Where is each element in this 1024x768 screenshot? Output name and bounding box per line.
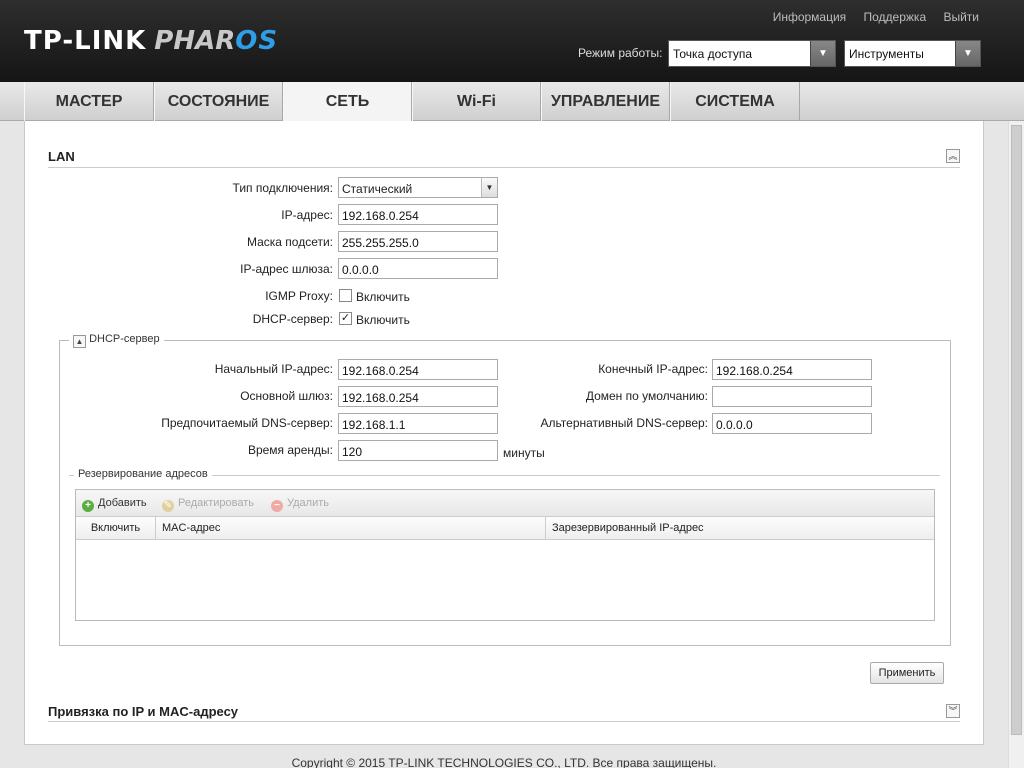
igmp-label: IGMP Proxy: bbox=[265, 289, 333, 303]
plus-icon: + bbox=[82, 500, 94, 512]
dhcp-legend: ▲ DHCP-сервер bbox=[69, 333, 164, 348]
expand-down-icon[interactable]: ︾ bbox=[946, 704, 960, 718]
logo-product-accent: OS bbox=[235, 26, 279, 56]
reservation-table: + Добавить ✎ Редактировать − Удалить Включи… bbox=[75, 489, 935, 621]
tab-system[interactable]: СИСТЕМА bbox=[670, 82, 800, 121]
igmp-enable-text: Включить bbox=[356, 290, 410, 304]
mode-select[interactable]: Точка доступа ▼ bbox=[668, 40, 836, 67]
logout-link[interactable]: Выйти bbox=[943, 10, 979, 24]
tab-management[interactable]: УПРАВЛЕНИЕ bbox=[541, 82, 670, 121]
mask-label: Маска подсети: bbox=[246, 235, 333, 249]
logo-product: PHAR bbox=[154, 26, 236, 56]
dhcp-enable-text: Включить bbox=[356, 313, 410, 327]
apply-button[interactable]: Применить bbox=[870, 662, 944, 684]
gateway-label: IP-адрес шлюза: bbox=[240, 262, 333, 276]
tab-master[interactable]: МАСТЕР bbox=[24, 82, 154, 121]
vertical-scrollbar[interactable] bbox=[1008, 121, 1024, 768]
edit-label: Редактировать bbox=[178, 497, 254, 509]
support-link[interactable]: Поддержка bbox=[864, 10, 927, 24]
conn-type-select[interactable]: Статический ▼ bbox=[338, 177, 498, 198]
tp-link-pharos-logo: TP-LINK PHAROS bbox=[24, 26, 278, 56]
chevron-down-icon: ▼ bbox=[810, 41, 835, 66]
ip-input[interactable]: 192.168.0.254 bbox=[338, 204, 498, 225]
scrollbar-thumb[interactable] bbox=[1011, 125, 1022, 735]
lan-title: LAN bbox=[48, 149, 75, 164]
minus-icon: − bbox=[271, 500, 283, 512]
delete-button[interactable]: − Удалить bbox=[271, 497, 329, 512]
ip-label: IP-адрес: bbox=[281, 208, 333, 222]
domain-input[interactable] bbox=[712, 386, 872, 407]
conn-type-value: Статический bbox=[342, 182, 413, 196]
tab-network[interactable]: СЕТЬ bbox=[283, 82, 412, 122]
collapse-up-icon[interactable]: ▲ bbox=[73, 335, 86, 348]
logo-brand: TP-LINK bbox=[24, 26, 147, 56]
chevron-down-icon: ▼ bbox=[955, 41, 980, 66]
top-links: Информация Поддержка Выйти bbox=[759, 10, 979, 24]
dhcp-legend-text: DHCP-сервер bbox=[89, 333, 160, 345]
end-ip-label: Конечный IP-адрес: bbox=[598, 362, 708, 376]
domain-label: Домен по умолчанию: bbox=[585, 389, 708, 403]
dns2-label: Альтернативный DNS-сервер: bbox=[540, 416, 708, 430]
delete-label: Удалить bbox=[287, 497, 329, 509]
tab-wifi[interactable]: Wi-Fi bbox=[412, 82, 541, 121]
dns1-label: Предпочитаемый DNS-сервер: bbox=[161, 416, 333, 430]
dhcp-gateway-label: Основной шлюз: bbox=[240, 389, 333, 403]
divider bbox=[48, 167, 960, 168]
igmp-checkbox[interactable] bbox=[339, 289, 352, 302]
footer-copyright: Copyright © 2015 TP-LINK TECHNOLOGIES CO… bbox=[291, 756, 717, 768]
dhcp-label: DHCP-сервер: bbox=[252, 312, 333, 326]
collapse-up-icon[interactable]: ︽ bbox=[946, 149, 960, 163]
top-header: TP-LINK PHAROS Информация Поддержка Выйти… bbox=[0, 0, 1024, 82]
mode-label: Режим работы: bbox=[578, 46, 663, 60]
col-reserved-ip[interactable]: Зарезервированный IP-адрес bbox=[546, 517, 934, 540]
end-ip-input[interactable]: 192.168.0.254 bbox=[712, 359, 872, 380]
chevron-down-icon: ▼ bbox=[481, 178, 497, 197]
binding-title[interactable]: Привязка по IP и MAC-адресу bbox=[48, 704, 238, 719]
mode-select-value: Точка доступа bbox=[673, 47, 753, 61]
conn-type-label: Тип подключения: bbox=[232, 181, 333, 195]
lease-unit: минуты bbox=[503, 446, 545, 460]
tools-select[interactable]: Инструменты ▼ bbox=[844, 40, 981, 67]
start-ip-label: Начальный IP-адрес: bbox=[214, 362, 333, 376]
col-enable[interactable]: Включить bbox=[76, 517, 156, 540]
reservation-header-row: Включить MAC-адрес Зарезервированный IP-… bbox=[76, 517, 934, 540]
gear-edit-icon: ✎ bbox=[162, 500, 174, 512]
tab-status[interactable]: СОСТОЯНИЕ bbox=[154, 82, 283, 121]
dns2-input[interactable]: 0.0.0.0 bbox=[712, 413, 872, 434]
lease-label: Время аренды: bbox=[247, 443, 333, 457]
add-button[interactable]: + Добавить bbox=[82, 497, 147, 512]
mask-input[interactable]: 255.255.255.0 bbox=[338, 231, 498, 252]
content-panel: LAN ︽ Тип подключения: Статический ▼ IP-… bbox=[24, 121, 984, 745]
info-link[interactable]: Информация bbox=[773, 10, 846, 24]
add-label: Добавить bbox=[98, 497, 147, 509]
tools-select-value: Инструменты bbox=[849, 47, 924, 61]
divider bbox=[48, 721, 960, 722]
col-mac[interactable]: MAC-адрес bbox=[156, 517, 546, 540]
main-nav: МАСТЕР СОСТОЯНИЕ СЕТЬ Wi-Fi УПРАВЛЕНИЕ С… bbox=[0, 82, 1024, 122]
reservation-legend: Резервирование адресов bbox=[74, 468, 212, 480]
reservation-toolbar: + Добавить ✎ Редактировать − Удалить bbox=[76, 490, 934, 517]
lease-input[interactable]: 120 bbox=[338, 440, 498, 461]
gateway-input[interactable]: 0.0.0.0 bbox=[338, 258, 498, 279]
edit-button[interactable]: ✎ Редактировать bbox=[162, 497, 254, 512]
dns1-input[interactable]: 192.168.1.1 bbox=[338, 413, 498, 434]
dhcp-gateway-input[interactable]: 192.168.0.254 bbox=[338, 386, 498, 407]
start-ip-input[interactable]: 192.168.0.254 bbox=[338, 359, 498, 380]
dhcp-checkbox[interactable]: ✓ bbox=[339, 312, 352, 325]
